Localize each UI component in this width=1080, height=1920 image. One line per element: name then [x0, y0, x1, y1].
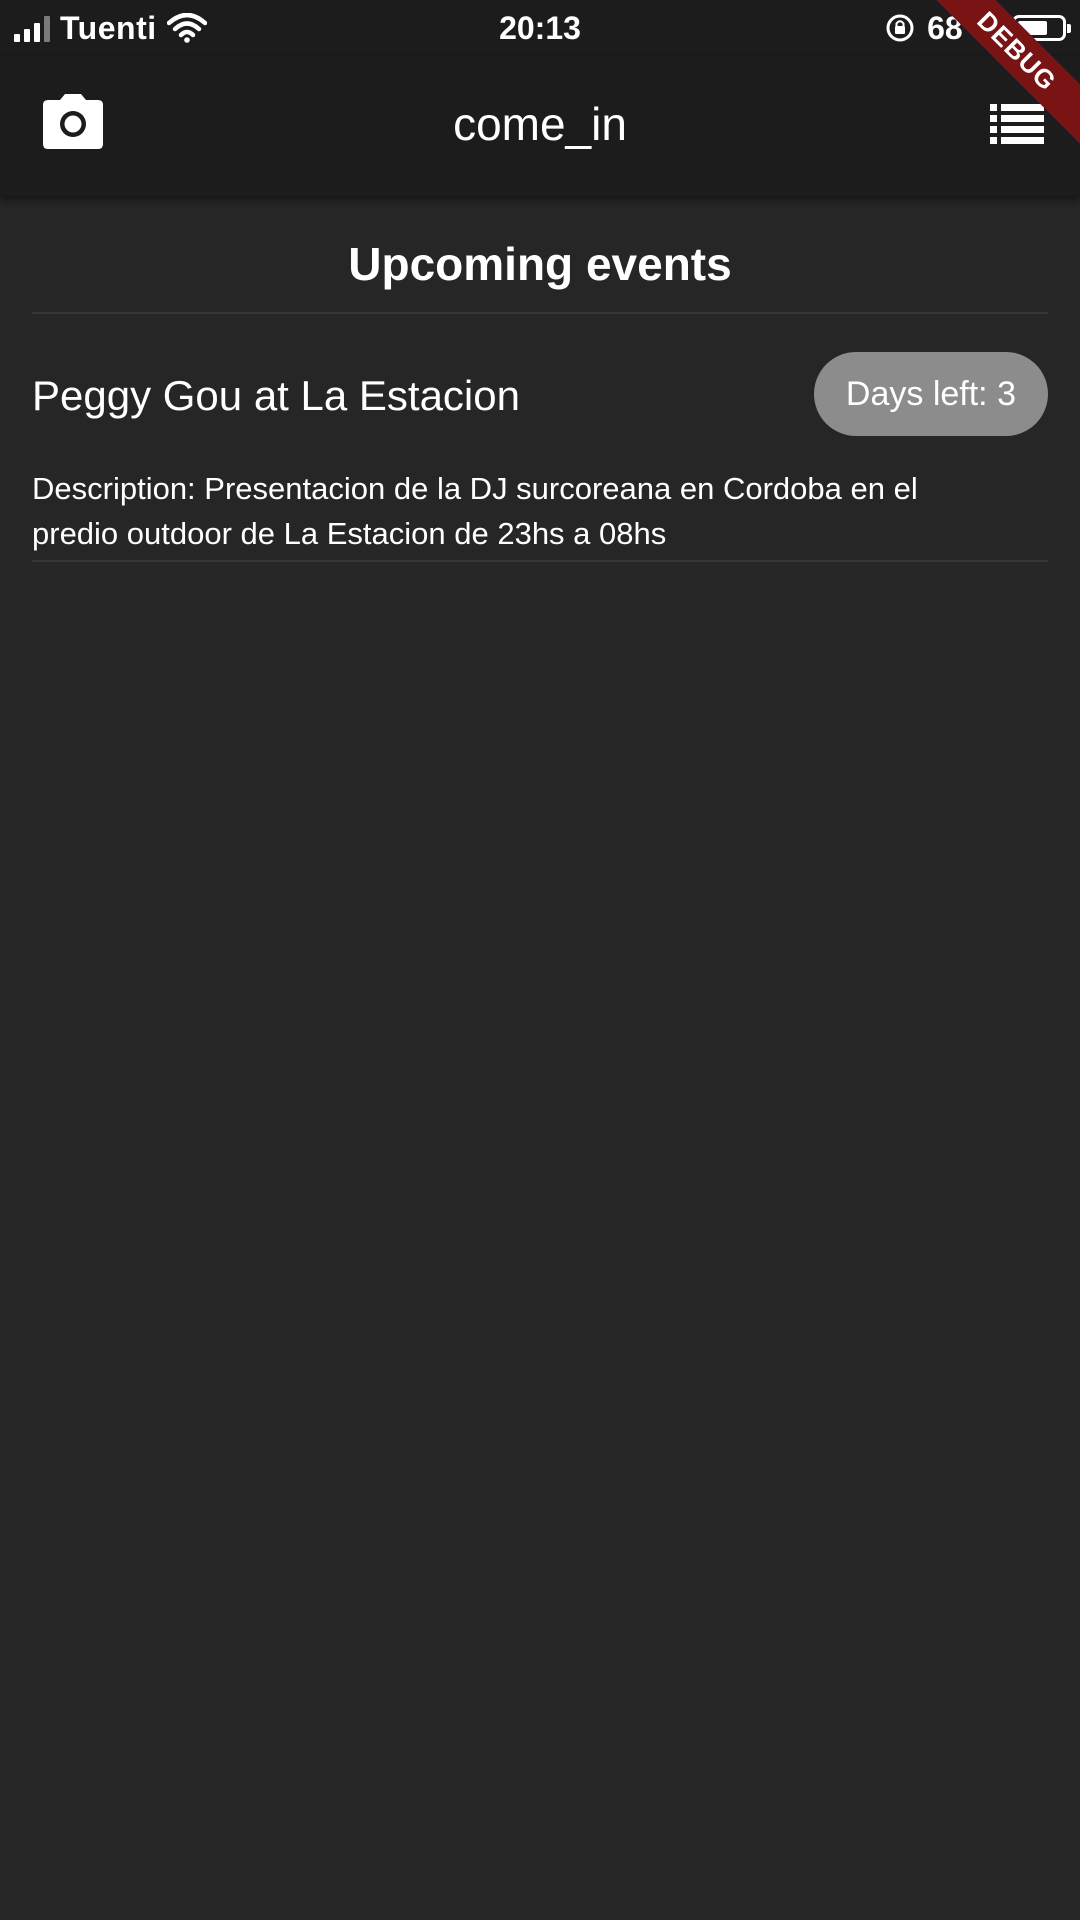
app-title: come_in [453, 98, 627, 150]
status-bar: Tuenti 20:13 68 % [0, 0, 1080, 56]
divider [32, 560, 1048, 562]
event-description: Description: Presentacion de la DJ surco… [32, 471, 918, 551]
event-list-item[interactable]: Peggy Gou at La Estacion Days left: 3 De… [32, 314, 1048, 562]
orientation-lock-icon [886, 14, 914, 42]
app-bar: come_in [0, 56, 1080, 196]
days-left-badge: Days left: 3 [813, 352, 1048, 436]
app-screen: Tuenti 20:13 68 % DEBUG [0, 0, 1080, 1920]
content-area: Upcoming events Peggy Gou at La Estacion… [0, 196, 1080, 1920]
event-title: Peggy Gou at La Estacion [32, 372, 520, 419]
list-icon [990, 104, 1044, 144]
list-button[interactable] [990, 100, 1044, 146]
page-title: Upcoming events [348, 238, 732, 290]
